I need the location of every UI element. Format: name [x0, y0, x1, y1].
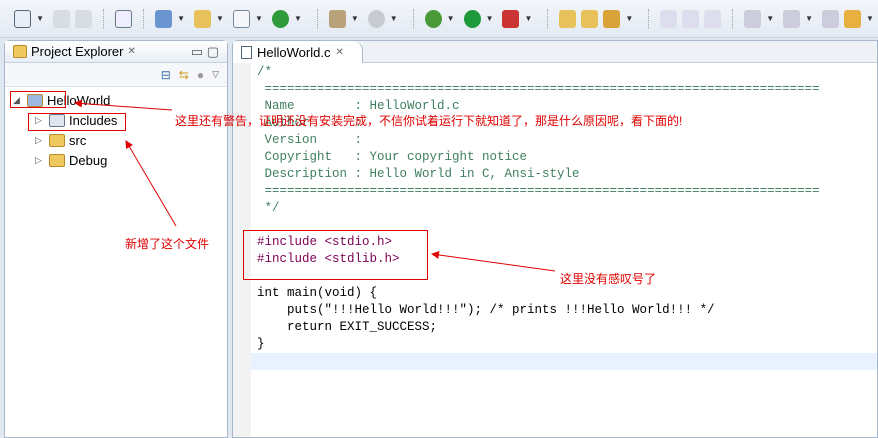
code-line: ========================================…	[257, 82, 820, 96]
annotation-box-includes-code	[243, 230, 428, 280]
collapsed-icon[interactable]: ▷	[35, 155, 45, 166]
c-file-icon	[241, 45, 252, 59]
tree-item-debug[interactable]: ▷ Debug	[35, 153, 107, 168]
mark-icon[interactable]	[660, 9, 678, 28]
tab-helloworld-c[interactable]: HelloWorld.c ✕	[233, 41, 363, 63]
code-line: Description : Hello World in C, Ansi-sty…	[257, 167, 580, 181]
link-editor-icon[interactable]: ⇆	[179, 68, 189, 82]
panel-toolbar: ⊟ ⇆ ● ▽	[5, 63, 227, 87]
new-class-icon[interactable]	[271, 9, 289, 28]
collapsed-icon[interactable]: ▷	[35, 135, 45, 146]
search-icon[interactable]	[603, 9, 621, 28]
chevron-down-icon[interactable]: ▼	[36, 14, 44, 23]
print-icon[interactable]	[75, 9, 92, 28]
last-edit-icon[interactable]	[822, 9, 840, 28]
code-line: Copyright : Your copyright notice	[257, 150, 528, 164]
annotation-no-bang: 这里没有感叹号了	[560, 272, 657, 286]
build-icon[interactable]	[328, 9, 346, 28]
annotation-box-project	[10, 91, 66, 108]
code-line: }	[257, 337, 265, 351]
new-icon[interactable]	[14, 9, 32, 28]
new-folder-icon[interactable]	[194, 9, 211, 28]
source-folder-icon	[49, 134, 65, 147]
tree-label: Debug	[69, 153, 108, 168]
code-line: return EXIT_SUCCESS;	[257, 320, 438, 334]
code-line: ========================================…	[257, 184, 820, 198]
new-c-project-icon[interactable]	[155, 9, 173, 28]
code-line: */	[257, 201, 280, 215]
settings-icon[interactable]	[367, 9, 385, 28]
tree-item-src[interactable]: ▷ src	[35, 133, 86, 148]
toggle-icon[interactable]	[682, 9, 700, 28]
open-folder-icon[interactable]	[581, 9, 599, 28]
code-line: int main(void) {	[257, 286, 378, 300]
code-line: /*	[257, 65, 273, 79]
filter-icon[interactable]: ●	[197, 68, 204, 82]
external-tools-icon[interactable]	[502, 9, 520, 28]
close-icon[interactable]: ✕	[335, 47, 343, 58]
debug-icon[interactable]	[424, 9, 442, 28]
close-icon[interactable]: ✕	[127, 46, 135, 57]
annotation-new-file: 新增了这个文件	[125, 237, 210, 251]
run-icon[interactable]	[463, 9, 481, 28]
panel-title: Project Explorer	[31, 44, 124, 59]
next-annotation-icon[interactable]	[744, 9, 762, 28]
tree-label: src	[69, 133, 87, 148]
view-menu-icon[interactable]: ▽	[212, 69, 219, 80]
main-toolbar: ▼ ▼ ▼ ▼ ▼ ▼ ▼ ▼ ▼ ▼ ▼ ▼ ▼ ▼	[0, 0, 878, 38]
current-line-highlight	[251, 353, 877, 370]
minimize-maximize-icons[interactable]: ▭ ▢	[191, 44, 219, 60]
new-c-file-icon[interactable]	[232, 9, 251, 28]
back-icon[interactable]	[844, 9, 861, 28]
save-icon[interactable]	[53, 9, 71, 28]
tab-project-explorer[interactable]: Project Explorer ✕ ▭ ▢	[5, 41, 227, 63]
collapse-all-icon[interactable]: ⊟	[161, 68, 171, 82]
code-line: Version :	[257, 133, 363, 147]
paragraph-icon[interactable]	[704, 9, 722, 28]
annotation-warning: 这里还有警告，证明还没有安装完成，不信你试着运行下就知道了，那是什么原因呢，看下…	[175, 114, 683, 128]
code-line: puts("!!!Hello World!!!"); /* prints !!!…	[257, 303, 715, 317]
open-type-icon[interactable]	[559, 9, 577, 28]
annotation-box-includes	[28, 113, 126, 131]
folder-icon	[49, 154, 65, 167]
prev-annotation-icon[interactable]	[783, 9, 801, 28]
binary-icon[interactable]	[115, 9, 133, 28]
tab-label: HelloWorld.c	[257, 44, 331, 60]
project-explorer-icon	[13, 45, 27, 58]
